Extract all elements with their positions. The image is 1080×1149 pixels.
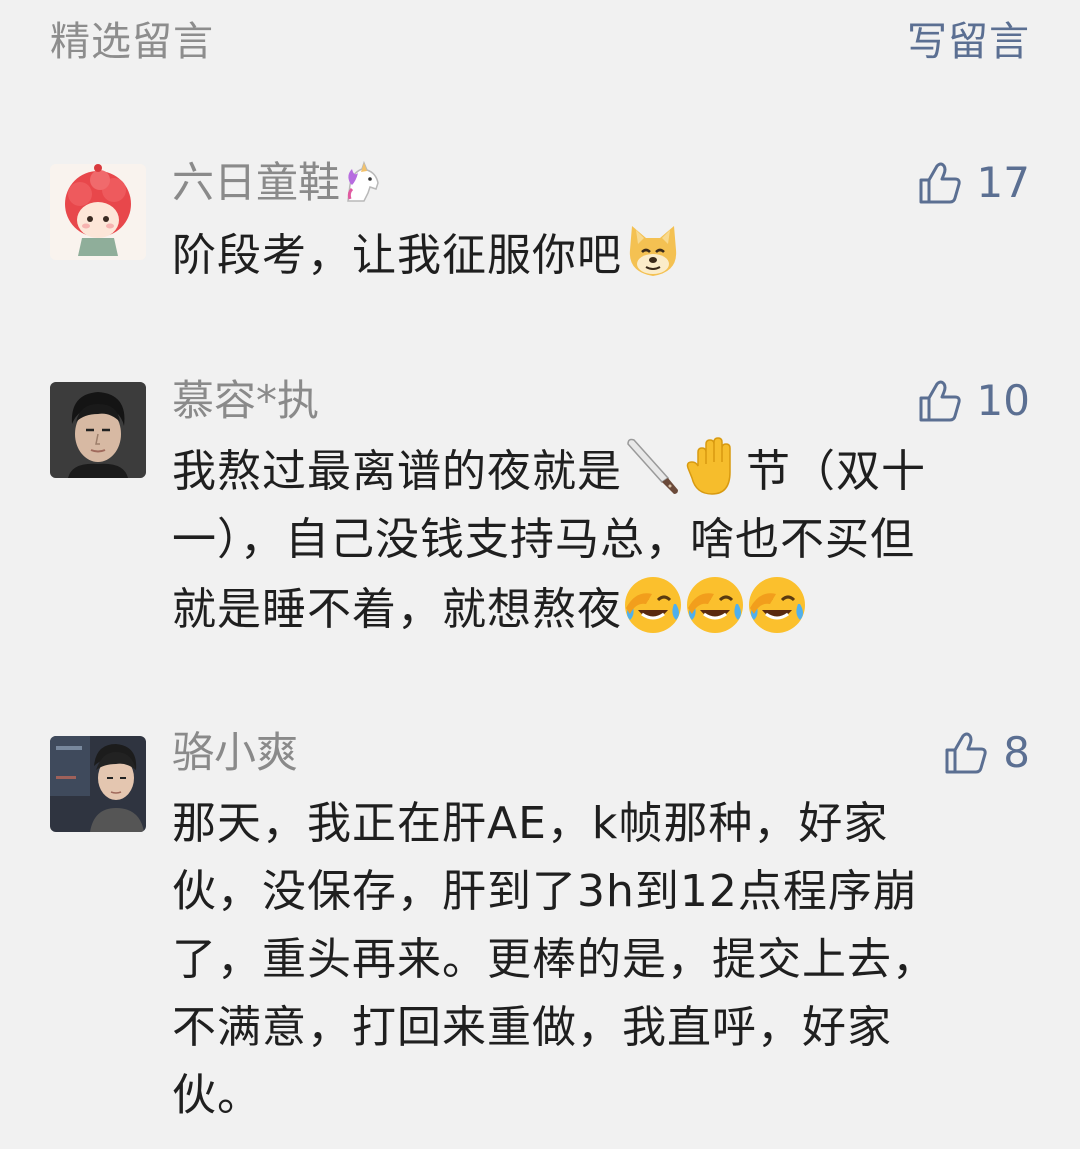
comment-line: 一），自己没钱支持马总，啥也不买但 (172, 514, 915, 565)
like-button[interactable]: 10 (917, 374, 1030, 428)
comment-nickname: 骆小爽 (172, 728, 299, 777)
comment-nickname: 六日童鞋 (172, 156, 384, 210)
like-count: 10 (976, 376, 1030, 425)
like-button[interactable]: 8 (943, 726, 1030, 780)
comment-line: 不满意，打回来重做，我直呼，好家 (172, 1002, 892, 1053)
like-button[interactable]: 17 (917, 156, 1030, 210)
doge-emoji (622, 220, 684, 282)
thumbs-up-icon (945, 732, 987, 774)
comment-line: 了，重头再来。更棒的是，提交上去， (172, 934, 937, 985)
avatar[interactable] (50, 736, 146, 832)
comment-line: 伙。 (172, 1070, 262, 1121)
laugh-cry-emoji (746, 574, 808, 636)
laugh-cry-emoji (684, 574, 746, 636)
like-count: 17 (976, 158, 1030, 207)
thumbs-up-icon (919, 380, 961, 422)
header: 精选留言 写留言 (0, 0, 1080, 90)
comment-text: 阶段考，让我征服你吧 (172, 220, 1042, 290)
comment-line: 我熬过最离谱的夜就是 节（双十 (172, 436, 1042, 506)
comment-line: 阶段考，让我征服你吧 (172, 220, 1042, 290)
like-count: 8 (1003, 728, 1030, 777)
avatar[interactable] (50, 164, 146, 260)
laugh-cry-emoji (622, 574, 684, 636)
comment-line: 伙，没保存，肝到了3h到12点程序崩 (172, 866, 918, 917)
comment-line: 就是睡不着，就想熬夜 (172, 574, 1042, 644)
comment-text: 我熬过最离谱的夜就是 节（双十 一），自己没钱支持马总，啥也不买但 就是睡不着，… (172, 436, 1042, 644)
thumbs-up-icon (919, 162, 961, 204)
section-title: 精选留言 (50, 19, 214, 65)
hand-emoji (684, 436, 746, 498)
unicorn-emoji (340, 159, 384, 203)
knife-emoji (622, 436, 684, 498)
avatar[interactable] (50, 382, 146, 478)
comment-line: 那天，我正在肝AE，k帧那种，好家 (172, 798, 889, 849)
featured-comments-panel: 精选留言 写留言 六日童鞋 17 阶段考，让我征服你吧 慕容*执 10 我熬过最… (0, 0, 1080, 1149)
comment-text: 那天，我正在肝AE，k帧那种，好家 伙，没保存，肝到了3h到12点程序崩 了，重… (172, 790, 1042, 1130)
write-comment-link[interactable]: 写留言 (907, 16, 1030, 68)
comment-nickname: 慕容*执 (172, 376, 320, 425)
